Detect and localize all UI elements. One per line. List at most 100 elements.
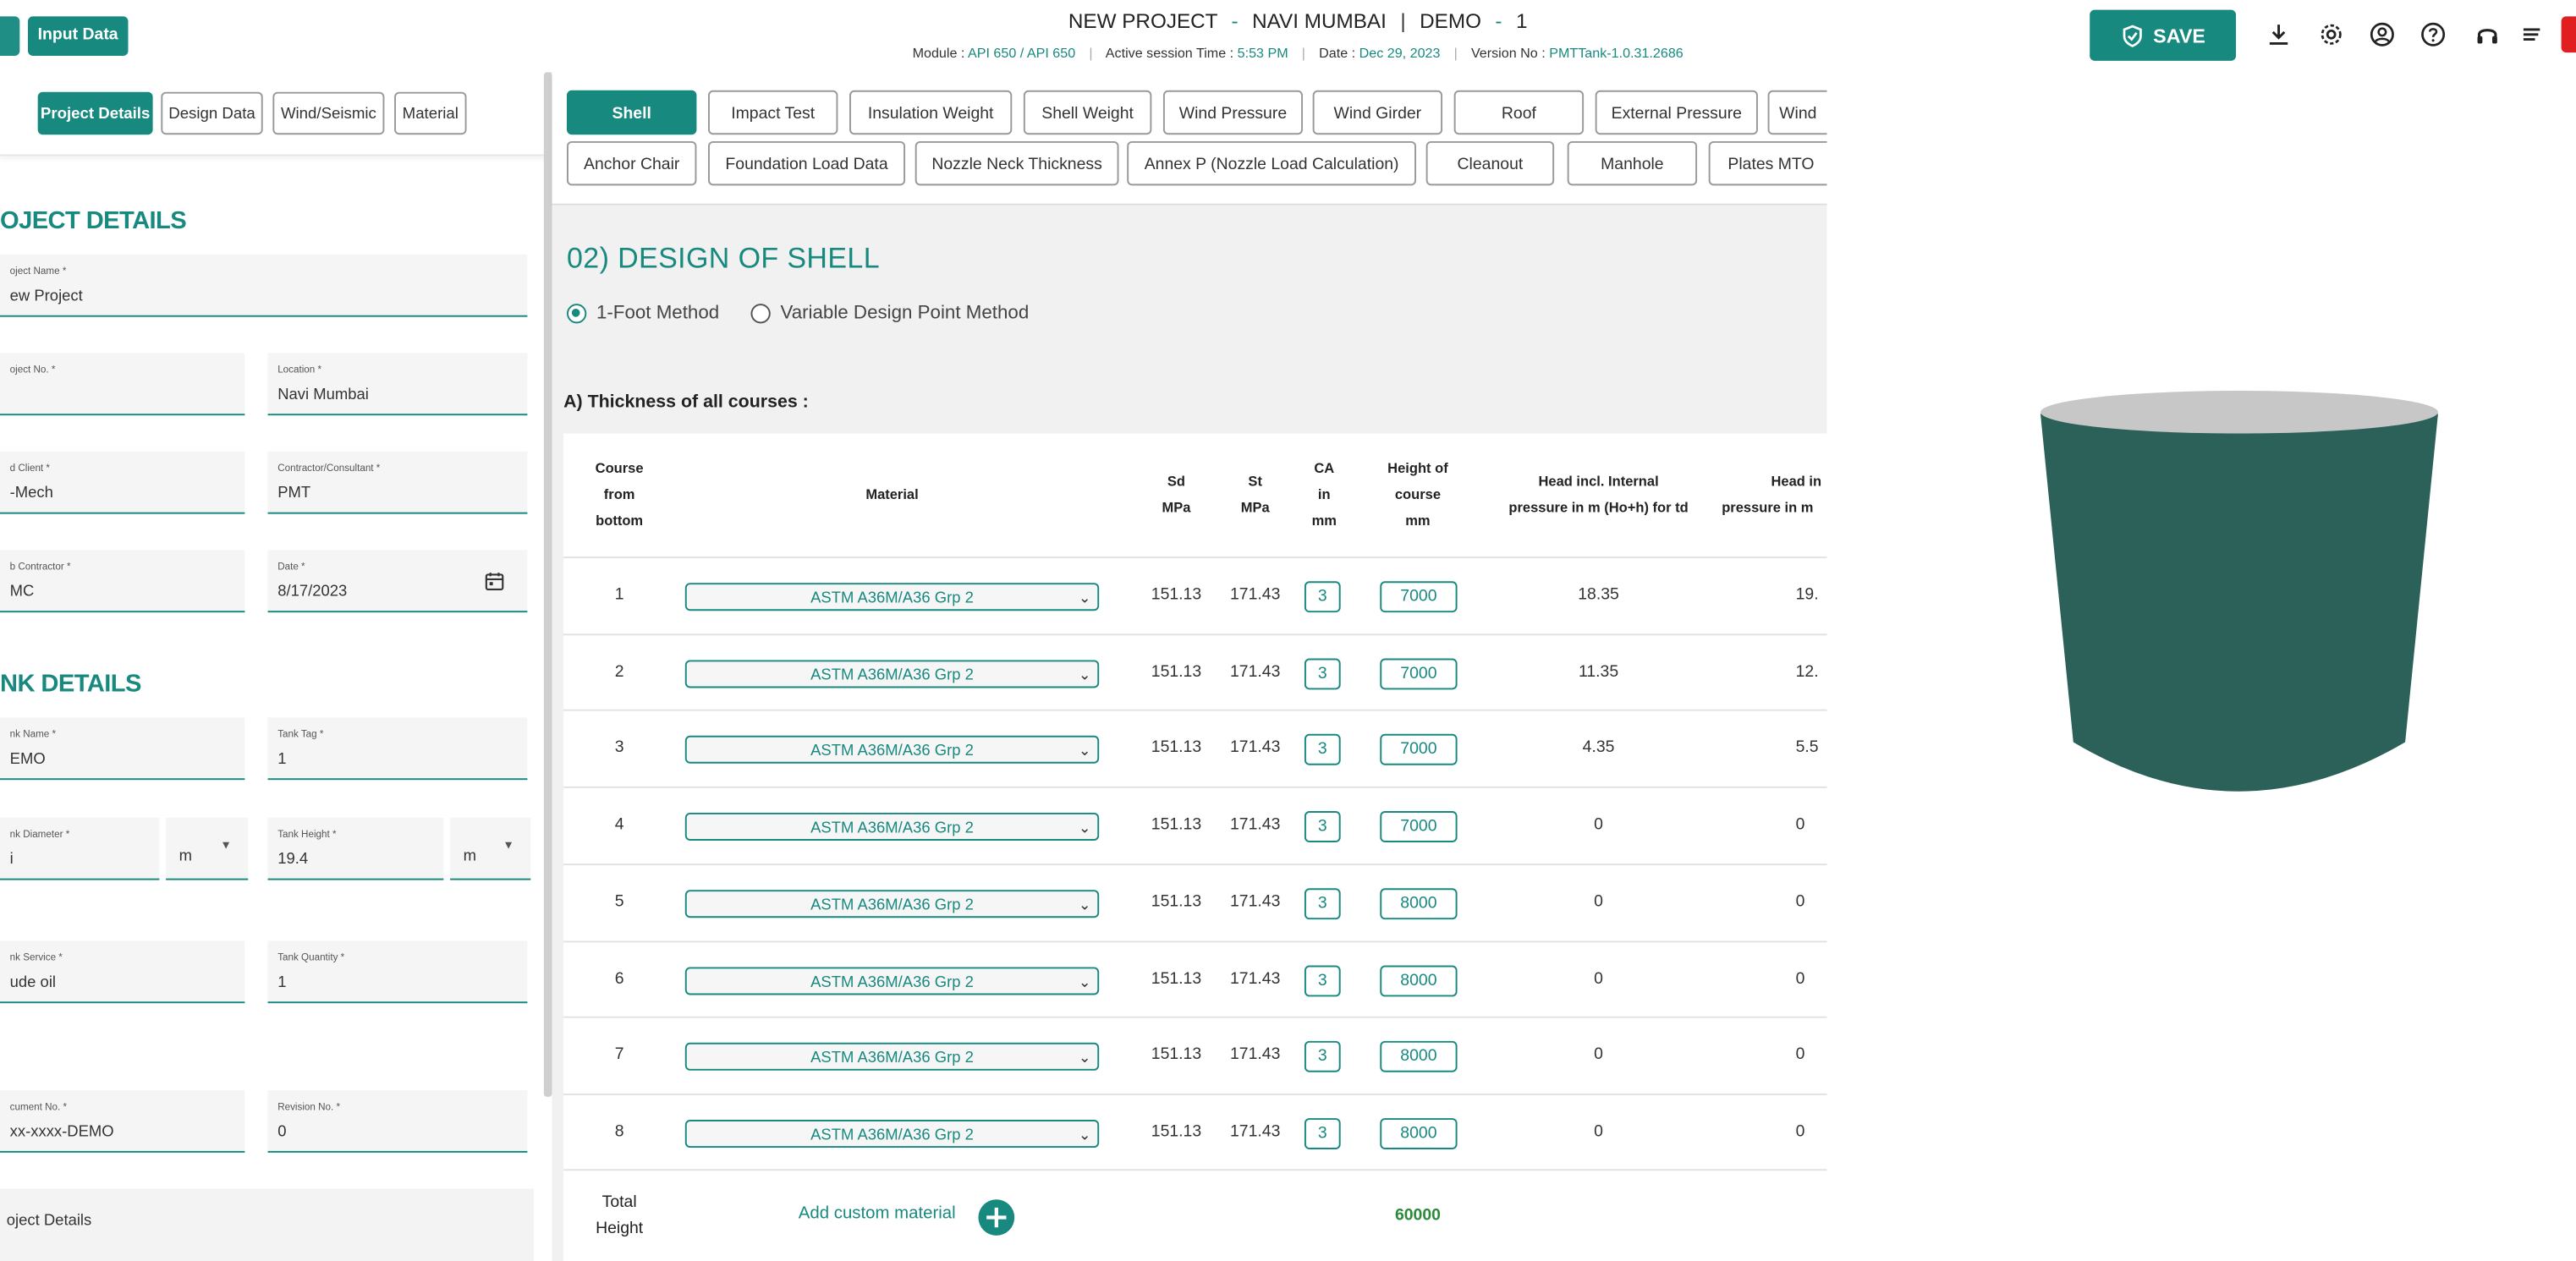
document-no-field[interactable]: cument No. * xx-xxxx-DEMO: [0, 1090, 245, 1153]
height-input[interactable]: 8000: [1380, 887, 1458, 919]
material-value: ASTM A36M/A36 Grp 2: [810, 1126, 974, 1144]
project-details-accordion[interactable]: oject Details: [0, 1188, 535, 1261]
chevron-down-icon: ⌄: [1078, 1049, 1091, 1066]
ca-input[interactable]: 3: [1304, 1117, 1341, 1149]
title-tank: DEMO: [1420, 9, 1481, 33]
field-value: -Mech: [9, 484, 53, 503]
header-line: CA: [1314, 459, 1335, 477]
table-row: 1 ASTM A36M/A36 Grp 2 ⌄ 151.13 171.43 3 7000 18…: [563, 556, 1827, 634]
height-input[interactable]: 7000: [1380, 657, 1458, 689]
tab-cleanout[interactable]: Cleanout: [1425, 140, 1555, 186]
tank-3d-model: [2040, 391, 2438, 792]
save-button[interactable]: SAVE: [2090, 9, 2237, 61]
material-select[interactable]: ASTM A36M/A36 Grp 2 ⌄: [684, 659, 1100, 688]
sub-contractor-field[interactable]: b Contractor * MC: [0, 550, 245, 613]
add-custom-material-link[interactable]: Add custom material: [799, 1203, 956, 1223]
help-icon[interactable]: [2419, 19, 2448, 49]
diameter-unit-select[interactable]: m ▼: [166, 817, 249, 880]
head-tt-value: 19.: [1795, 586, 1819, 605]
tank-name-field[interactable]: nk Name * EMO: [0, 717, 245, 781]
ca-input[interactable]: 3: [1304, 734, 1341, 766]
ca-input[interactable]: 3: [1304, 657, 1341, 689]
material-value: ASTM A36M/A36 Grp 2: [810, 1049, 974, 1068]
left-scrollbar[interactable]: [543, 72, 552, 1097]
tank-quantity-field[interactable]: Tank Quantity * 1: [267, 940, 528, 1004]
unit-value: m: [463, 847, 477, 866]
material-select[interactable]: ASTM A36M/A36 Grp 2 ⌄: [684, 736, 1100, 765]
tank-details-heading: NK DETAILS: [0, 670, 141, 699]
tab-shell[interactable]: Shell: [566, 90, 697, 135]
user-circle-icon[interactable]: [2367, 19, 2397, 49]
material-select[interactable]: ASTM A36M/A36 Grp 2 ⌄: [684, 1043, 1100, 1072]
height-unit-select[interactable]: m ▼: [450, 817, 531, 880]
height-input[interactable]: 8000: [1380, 1117, 1458, 1149]
contractor-field[interactable]: Contractor/Consultant * PMT: [267, 451, 528, 514]
tab-wind-seismic[interactable]: Wind/Seismic: [272, 91, 385, 135]
height-input[interactable]: 8000: [1380, 964, 1458, 996]
input-data-button[interactable]: Input Data: [28, 16, 129, 57]
title-project: NEW PROJECT: [1068, 9, 1218, 33]
radio-one-foot-method[interactable]: 1-Foot Method: [566, 304, 719, 324]
tab-insulation-weight[interactable]: Insulation Weight: [849, 90, 1013, 135]
course-number: 3: [614, 739, 624, 758]
ca-input[interactable]: 3: [1304, 811, 1341, 843]
tab-roof[interactable]: Roof: [1453, 90, 1585, 135]
ca-input[interactable]: 3: [1304, 964, 1341, 996]
material-select[interactable]: ASTM A36M/A36 Grp 2 ⌄: [684, 966, 1100, 995]
plus-circle-icon[interactable]: [977, 1198, 1015, 1236]
table-row: 7 ASTM A36M/A36 Grp 2 ⌄ 151.13 171.43 3 8000 0 0: [563, 1017, 1827, 1094]
tab-foundation-load-data[interactable]: Foundation Load Data: [708, 140, 906, 186]
tab-impact-test[interactable]: Impact Test: [708, 90, 838, 135]
tank-diameter-field[interactable]: nk Diameter * i: [0, 817, 160, 880]
tank-tag-field[interactable]: Tank Tag * 1: [267, 717, 528, 781]
headset-icon[interactable]: [2473, 19, 2502, 49]
tab-material[interactable]: Material: [394, 91, 467, 135]
course-number: 5: [614, 892, 624, 912]
title-separator: |: [1400, 9, 1406, 33]
ca-input[interactable]: 3: [1304, 887, 1341, 919]
app-window: Input Data NEW PROJECT - NAVI MUMBAI | D…: [0, 0, 2576, 1261]
tab-annex-p[interactable]: Annex P (Nozzle Load Calculation): [1127, 140, 1417, 186]
height-input[interactable]: 7000: [1380, 734, 1458, 766]
project-name-field[interactable]: oject Name * ew Project: [0, 254, 528, 317]
material-value: ASTM A36M/A36 Grp 2: [810, 743, 974, 761]
material-select[interactable]: ASTM A36M/A36 Grp 2 ⌄: [684, 813, 1100, 842]
tab-manhole[interactable]: Manhole: [1567, 140, 1698, 186]
material-select[interactable]: ASTM A36M/A36 Grp 2 ⌄: [684, 889, 1100, 918]
client-field[interactable]: d Client * -Mech: [0, 451, 245, 514]
tab-anchor-chair[interactable]: Anchor Chair: [566, 140, 697, 186]
calendar-icon[interactable]: [485, 572, 504, 591]
radio-variable-design-point[interactable]: Variable Design Point Method: [750, 304, 1029, 324]
ca-input[interactable]: 3: [1304, 581, 1341, 613]
tab-shell-weight[interactable]: Shell Weight: [1023, 90, 1152, 135]
gear-icon[interactable]: [2316, 19, 2346, 49]
date-label: Date :: [1319, 44, 1356, 61]
tab-wind-pressure[interactable]: Wind Pressure: [1162, 90, 1304, 135]
tank-service-field[interactable]: nk Service * ude oil: [0, 940, 245, 1004]
tank-height-field[interactable]: Tank Height * 19.4: [267, 817, 444, 880]
material-select[interactable]: ASTM A36M/A36 Grp 2 ⌄: [684, 583, 1100, 611]
location-field[interactable]: Location * Navi Mumbai: [267, 353, 528, 416]
date-field[interactable]: Date * 8/17/2023: [267, 550, 528, 613]
height-input[interactable]: 8000: [1380, 1041, 1458, 1073]
save-label: SAVE: [2153, 24, 2205, 47]
material-select[interactable]: ASTM A36M/A36 Grp 2 ⌄: [684, 1119, 1100, 1148]
ca-input[interactable]: 3: [1304, 1041, 1341, 1073]
height-input[interactable]: 7000: [1380, 581, 1458, 613]
tab-nozzle-neck-thickness[interactable]: Nozzle Neck Thickness: [915, 140, 1119, 186]
tab-wind-girder[interactable]: Wind Girder: [1312, 90, 1443, 135]
tab-design-data[interactable]: Design Data: [161, 91, 263, 135]
sd-value: 151.13: [1151, 586, 1202, 605]
menu-icon[interactable]: [2517, 19, 2546, 49]
tab-external-pressure[interactable]: External Pressure: [1595, 90, 1758, 135]
project-no-field[interactable]: oject No. *: [0, 353, 245, 416]
height-input[interactable]: 7000: [1380, 811, 1458, 843]
tank-3d-viewer[interactable]: [1826, 72, 2576, 1261]
st-value: 171.43: [1229, 662, 1281, 682]
tab-project-details[interactable]: Project Details: [37, 91, 153, 135]
close-icon[interactable]: [2561, 16, 2576, 53]
tab-plates-mto[interactable]: Plates MTO: [1708, 140, 1834, 186]
revision-no-field[interactable]: Revision No. * 0: [267, 1090, 528, 1153]
download-icon[interactable]: [2264, 19, 2293, 49]
header-line: bottom: [596, 512, 644, 529]
